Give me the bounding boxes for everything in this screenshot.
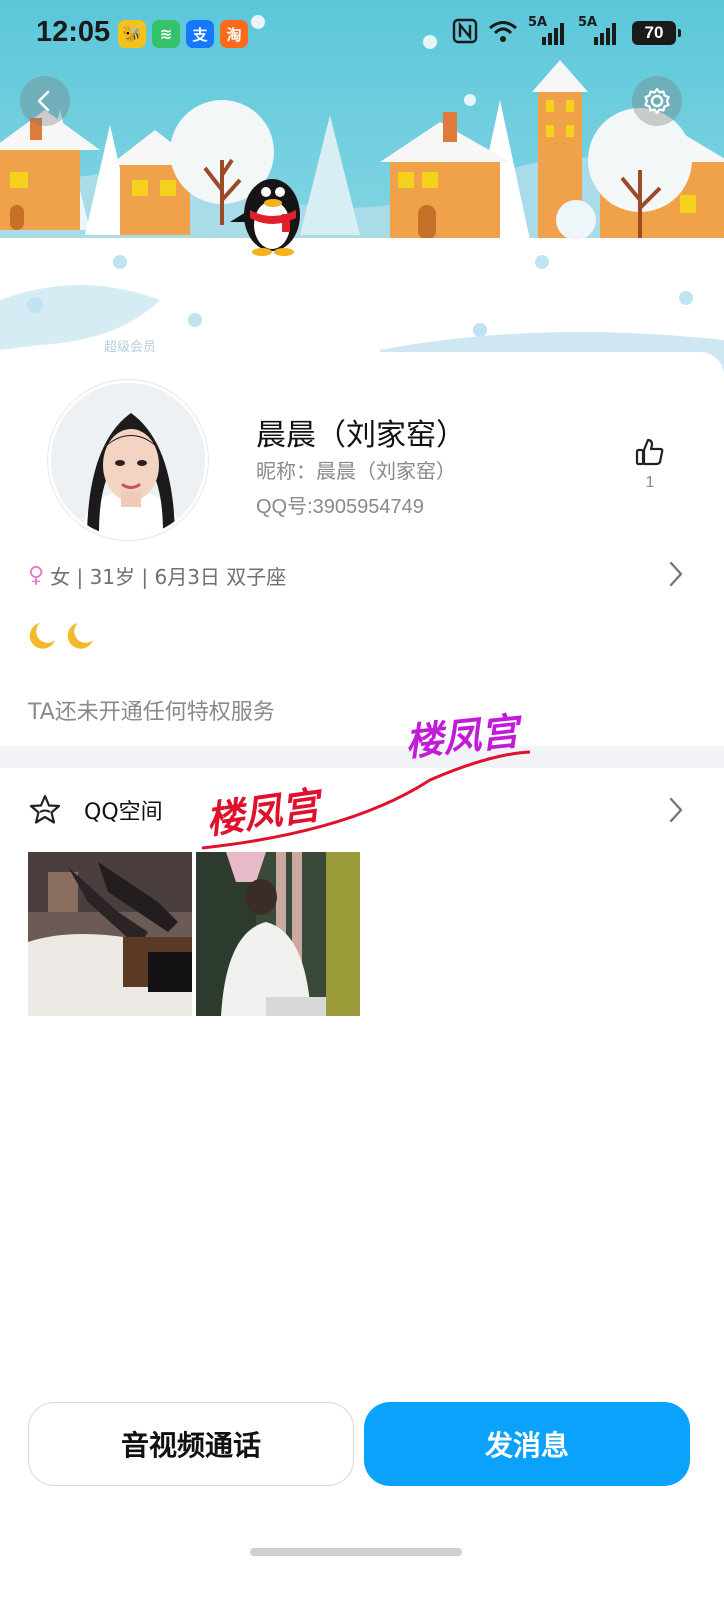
wifi-icon — [488, 19, 518, 47]
crescent-moon-icon — [66, 620, 96, 654]
taobao-flash-app-icon: 淘 — [220, 20, 248, 48]
qzone-photo[interactable] — [28, 852, 192, 1016]
thumbs-up-icon — [635, 438, 664, 466]
battery-icon: 70 — [632, 21, 681, 45]
avatar-portrait — [51, 383, 205, 537]
chevron-right-icon — [669, 561, 683, 587]
profile-nickname: 昵称：晨晨（刘家窑） — [256, 459, 456, 483]
nfc-icon — [452, 18, 478, 48]
chevron-left-icon — [37, 90, 50, 112]
basic-info-row[interactable]: ♀ 女 | 31岁 | 6月3日 双子座 — [28, 558, 684, 592]
status-bar: 12:05 🐝 ≋ 支 淘 5A 5A 70 — [0, 0, 724, 70]
back-button[interactable] — [20, 76, 70, 126]
qzone-photo-strip — [28, 852, 360, 1016]
alipay-app-icon: 支 — [186, 20, 214, 48]
status-indicators: 5A 5A 70 — [452, 15, 681, 48]
privilege-status-text: TA还未开通任何特权服务 — [28, 700, 275, 725]
female-icon: ♀ — [28, 562, 45, 588]
profile-qq-number: QQ号:3905954749 — [256, 496, 424, 518]
star-icon — [29, 794, 61, 824]
basic-info-text: 女 | 31岁 | 6月3日 双子座 — [50, 564, 287, 589]
wifi-share-app-icon: ≋ — [152, 20, 180, 48]
chevron-right-icon — [669, 797, 683, 823]
like-button[interactable]: 1 — [628, 436, 672, 492]
send-message-button[interactable]: 发消息 — [364, 1402, 690, 1486]
qzone-photo[interactable] — [196, 852, 360, 1016]
crescent-moon-icon — [28, 620, 58, 654]
like-count: 1 — [645, 474, 655, 491]
video-call-button[interactable]: 音视频通话 — [28, 1402, 354, 1486]
profile-name: 晨晨（刘家窑） — [256, 418, 466, 453]
home-indicator[interactable] — [250, 1548, 462, 1556]
avatar[interactable] — [48, 380, 208, 540]
taobao-bee-app-icon: 🐝 — [118, 20, 146, 48]
qzone-label: QQ空间 — [84, 800, 163, 825]
signal-2-icon: 5A — [578, 15, 622, 47]
status-time: 12:05 — [36, 16, 111, 48]
gear-icon — [644, 87, 670, 115]
signature — [28, 620, 96, 654]
signal-1-icon: 5A — [528, 15, 568, 47]
settings-button[interactable] — [632, 76, 682, 126]
